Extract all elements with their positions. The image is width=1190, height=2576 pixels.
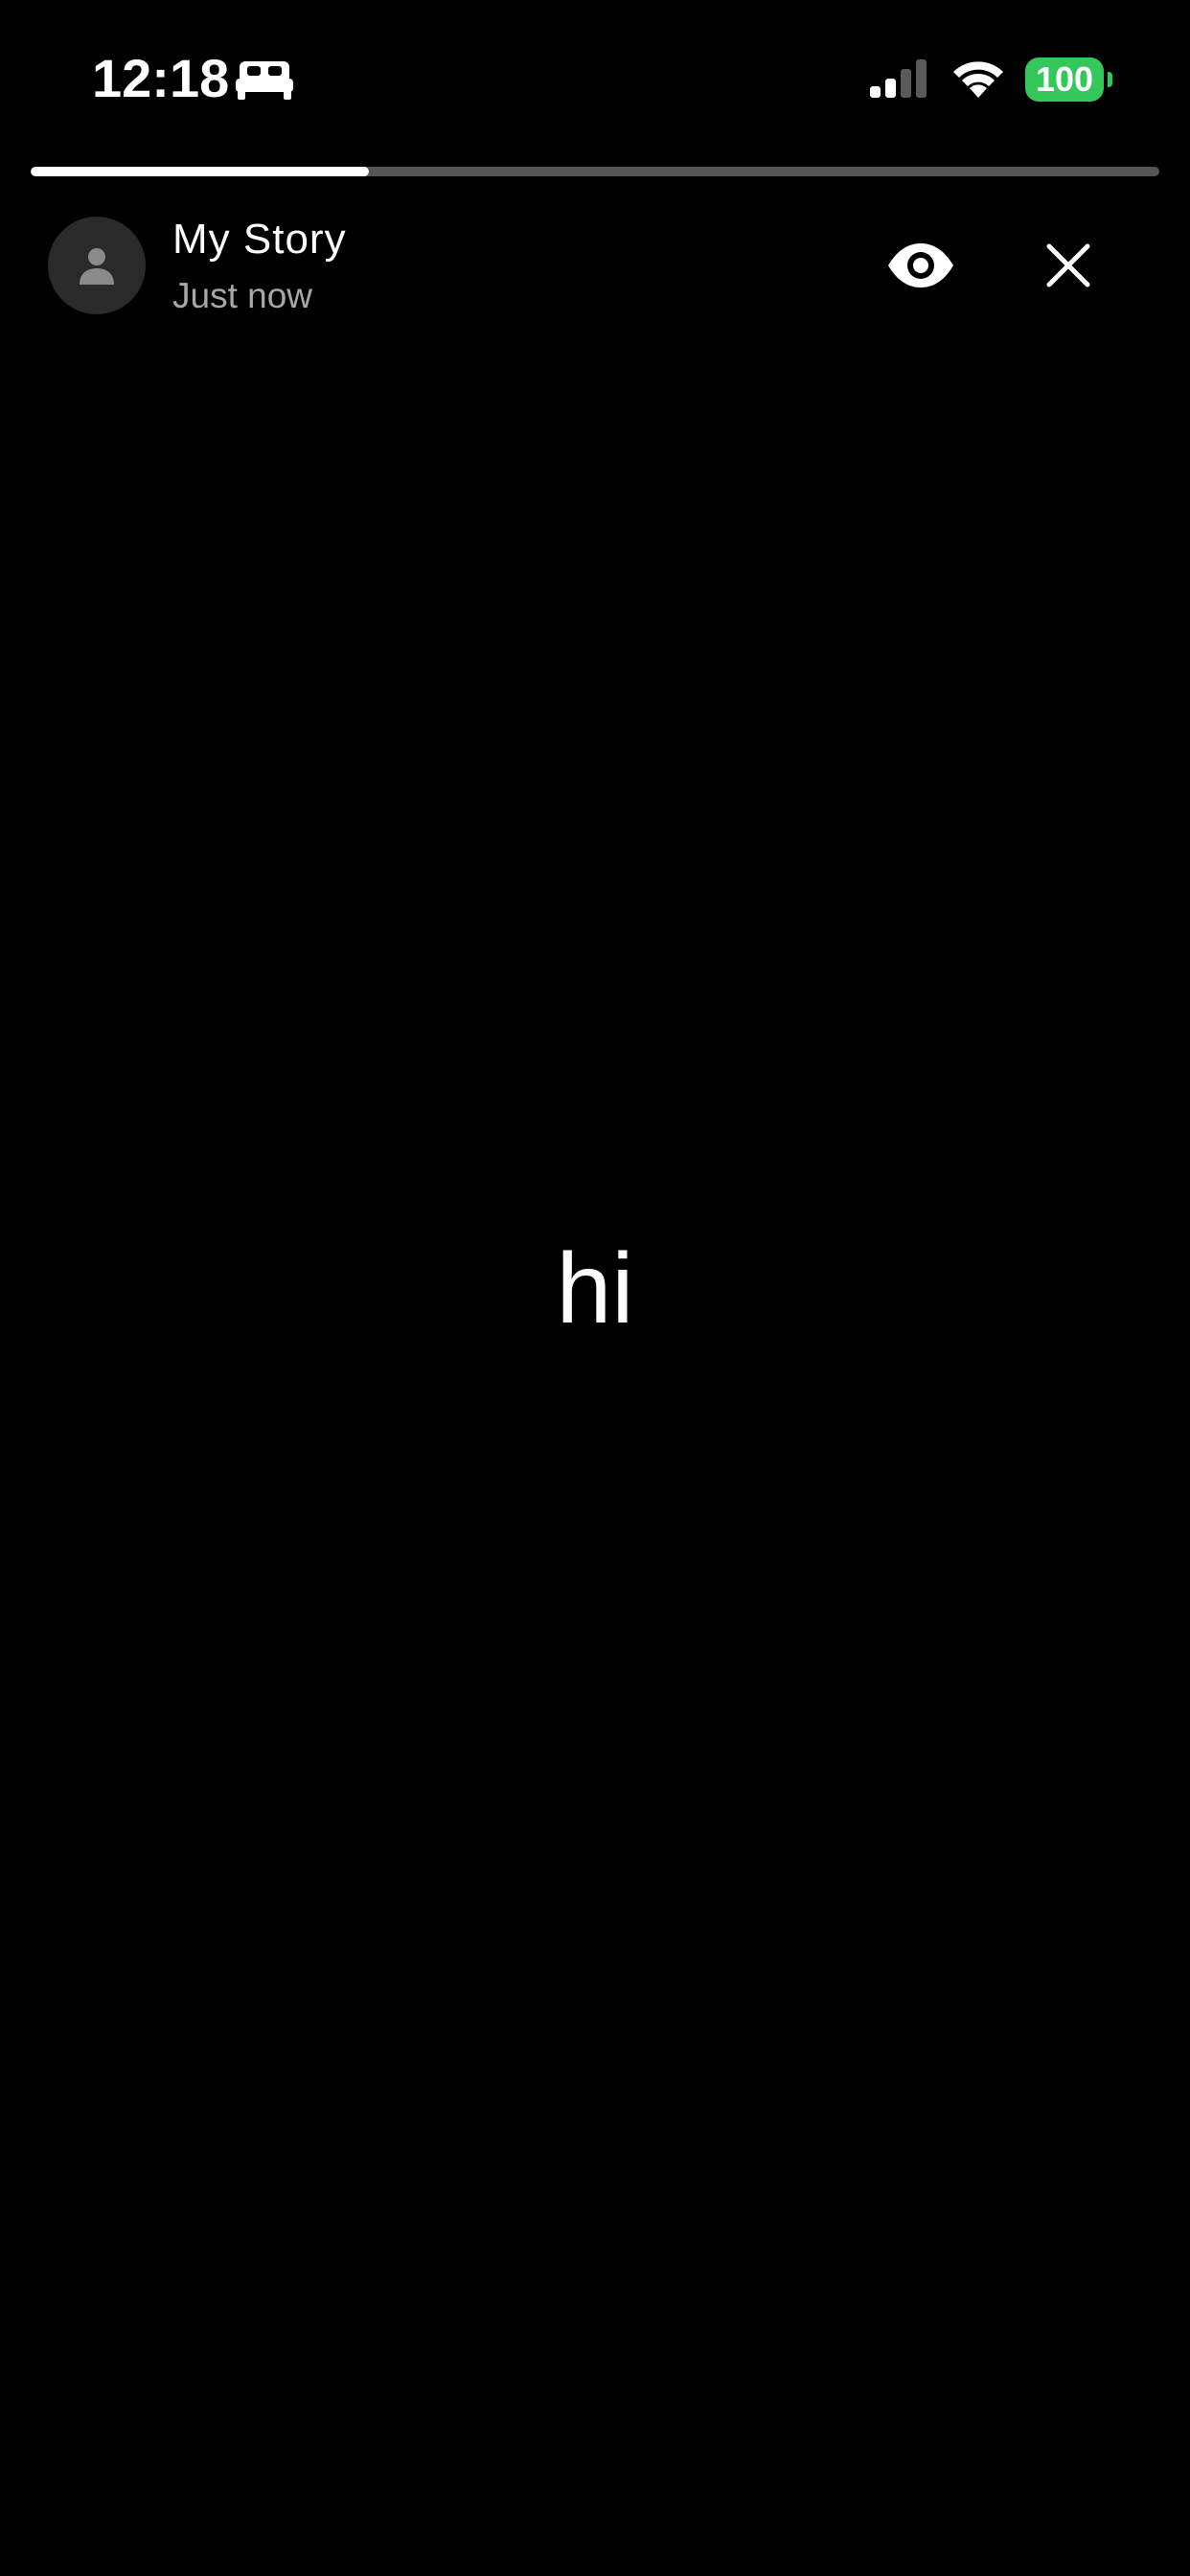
battery-level: 100 — [1035, 59, 1094, 99]
wifi-icon — [950, 56, 1006, 100]
story-progress-track — [31, 167, 1159, 176]
avatar[interactable] — [48, 217, 146, 314]
cellular-signal-icon — [868, 58, 929, 100]
status-bar: 12:18 100 — [0, 0, 1190, 153]
bed-icon — [236, 58, 293, 100]
views-button[interactable] — [881, 226, 960, 305]
story-progress-fill — [31, 167, 370, 176]
close-button[interactable] — [1029, 226, 1108, 305]
battery-nub — [1108, 72, 1112, 87]
eye-icon — [888, 243, 953, 288]
story-text: hi — [556, 1233, 634, 1345]
story-timestamp: Just now — [172, 276, 313, 315]
battery-body: 100 — [1025, 58, 1104, 102]
story-title: My Story — [172, 216, 347, 263]
person-icon — [80, 248, 114, 285]
status-time: 12:18 — [92, 48, 230, 108]
battery-indicator: 100 — [1025, 58, 1112, 102]
close-icon — [1046, 243, 1090, 288]
